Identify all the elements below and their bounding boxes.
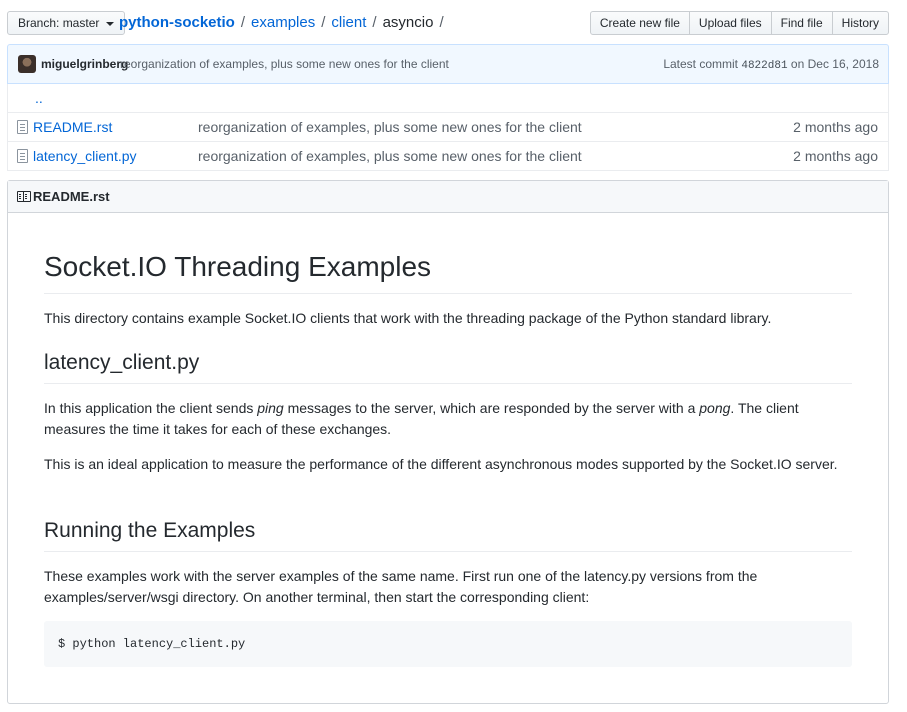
breadcrumb-separator: /: [321, 14, 326, 31]
file-navigation: Branch: master python-socketio / examples /…: [7, 11, 889, 35]
file-age: 2 months ago: [793, 119, 878, 135]
breadcrumb-separator: /: [240, 14, 246, 31]
file-commit-message-link[interactable]: reorganization of examples, plus some ne…: [198, 148, 582, 164]
commit-tease: miguelgrinberg reorganization of example…: [7, 44, 889, 84]
commit-sha-link[interactable]: 4822d81: [741, 60, 787, 72]
readme-filename: README.rst: [33, 189, 110, 204]
find-file-button[interactable]: Find file: [770, 11, 833, 35]
breadcrumb-separator: /: [372, 14, 377, 31]
commit-author-link[interactable]: miguelgrinberg: [41, 57, 128, 71]
running-paragraph: These examples work with the server exam…: [44, 568, 758, 605]
branch-select-button[interactable]: Branch: master: [7, 11, 126, 35]
parent-directory-link[interactable]: ..: [35, 90, 43, 106]
table-row: latency_client.py reorganization of exam…: [8, 141, 888, 170]
caret-down-icon: [106, 22, 115, 26]
history-button[interactable]: History: [831, 11, 889, 35]
commit-message-link[interactable]: reorganization of examples, plus some ne…: [120, 57, 449, 71]
readme-intro: This directory contains example Socket.I…: [44, 310, 772, 326]
readme-heading: Socket.IO Threading Examples: [44, 249, 852, 294]
table-row: README.rst reorganization of examples, p…: [8, 112, 888, 141]
pong-emphasis: pong: [699, 400, 731, 416]
file-age: 2 months ago: [793, 148, 878, 164]
breadcrumb-client-link[interactable]: client: [331, 14, 366, 31]
heading-running-examples: Running the Examples: [44, 517, 852, 552]
commit-date: on Dec 16, 2018: [790, 57, 879, 71]
file-link-readme[interactable]: README.rst: [33, 119, 112, 135]
breadcrumb-separator: /: [439, 14, 444, 31]
file-icon: [17, 120, 28, 134]
ping-emphasis: ping: [257, 400, 284, 416]
latency-paragraph-2: This is an ideal application to measure …: [44, 456, 838, 472]
file-link-latency-client[interactable]: latency_client.py: [33, 148, 137, 164]
commit-meta: Latest commit 4822d81 on Dec 16, 2018: [663, 57, 879, 72]
upload-files-button[interactable]: Upload files: [688, 11, 772, 35]
code-block: $ python latency_client.py: [44, 621, 852, 667]
breadcrumb-examples-link[interactable]: examples: [251, 14, 315, 31]
latest-commit-label: Latest commit: [663, 57, 739, 71]
book-icon: [17, 191, 31, 202]
readme-header: README.rst: [8, 181, 888, 213]
file-table: .. README.rst reorganization of examples…: [7, 84, 889, 171]
avatar[interactable]: [18, 55, 36, 73]
breadcrumb-current: asyncio: [382, 14, 434, 31]
latency-paragraph: In this application the client sends pin…: [44, 400, 799, 437]
breadcrumb: python-socketio / examples / client / asyncio /: [119, 11, 450, 35]
create-new-file-button[interactable]: Create new file: [589, 11, 690, 35]
breadcrumb-repo-link[interactable]: python-socketio: [119, 14, 235, 31]
branch-label: Branch: master: [18, 16, 100, 30]
file-actions: Create new file Upload files Find file H…: [589, 11, 889, 35]
heading-latency-client: latency_client.py: [44, 349, 852, 384]
table-row: ..: [8, 84, 888, 112]
readme-box: README.rst Socket.IO Threading Examples …: [7, 180, 889, 704]
file-icon: [17, 149, 28, 163]
file-commit-message-link[interactable]: reorganization of examples, plus some ne…: [198, 119, 582, 135]
